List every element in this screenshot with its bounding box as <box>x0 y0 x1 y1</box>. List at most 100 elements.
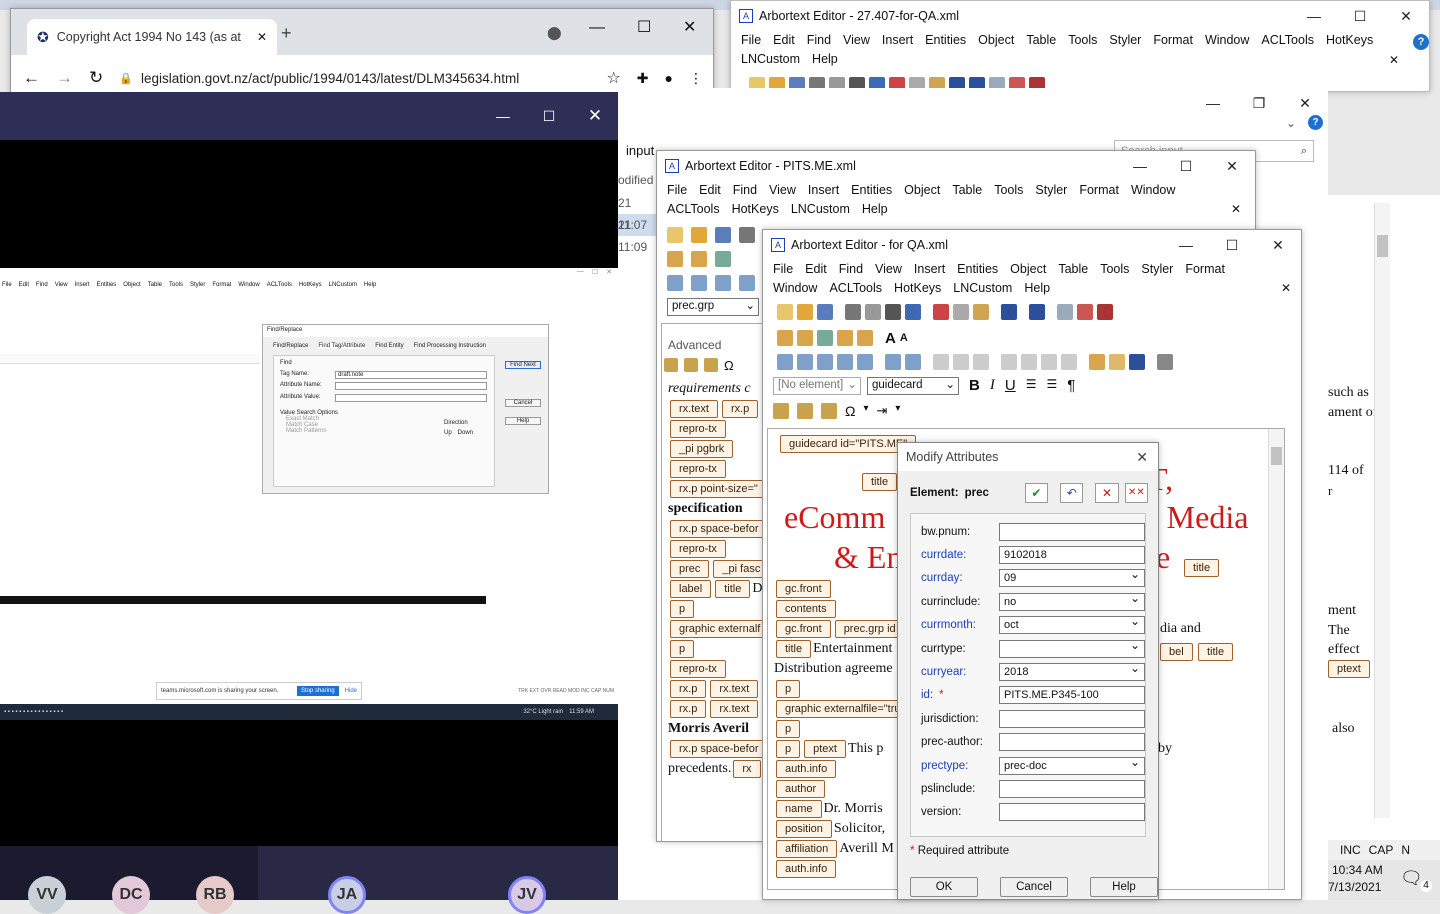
delete-icon[interactable]: ✕ <box>1095 483 1119 503</box>
styler-icon[interactable] <box>1109 354 1125 370</box>
markup-tag[interactable]: p <box>776 680 801 698</box>
hide-button[interactable]: Hide <box>345 688 357 694</box>
avatar[interactable]: DC <box>112 876 150 914</box>
markup-tag[interactable]: rx.p <box>721 400 759 418</box>
tag-icon[interactable] <box>667 251 683 267</box>
markup-tag[interactable]: graphic externalf <box>670 620 764 638</box>
scroll-thumb[interactable] <box>1377 235 1388 257</box>
graphic-icon[interactable] <box>1077 304 1093 320</box>
menu-item[interactable]: Help <box>856 200 894 219</box>
menu-item[interactable]: Styler <box>1135 260 1179 279</box>
delete-all-icon[interactable]: ✕✕ <box>1124 483 1148 503</box>
table-col-icon[interactable] <box>797 354 813 370</box>
menu-item[interactable]: Format <box>1147 31 1199 50</box>
spell-icon[interactable] <box>905 304 921 320</box>
numbered-list-icon[interactable]: ☰ <box>1026 377 1037 394</box>
menu-dots-icon[interactable]: ⋮ <box>689 70 703 87</box>
menu-item[interactable]: Window <box>767 279 823 298</box>
markup-tag[interactable]: rx.p <box>670 700 707 718</box>
menu-item[interactable]: Find <box>801 31 837 50</box>
tag-icon[interactable] <box>664 358 678 372</box>
back-icon[interactable]: ← <box>23 68 40 88</box>
bulleted-list-icon[interactable]: ☰ <box>1046 377 1057 394</box>
document-close-icon[interactable]: ✕ <box>1231 202 1241 216</box>
vertical-scrollbar[interactable] <box>1268 429 1284 889</box>
minimize-icon[interactable]: — <box>480 101 526 131</box>
menu-item[interactable]: File <box>735 31 767 50</box>
menu-item[interactable]: Entities <box>97 282 117 292</box>
close-icon[interactable]: ✕ <box>1255 230 1301 260</box>
menu-item[interactable]: Styler <box>1029 181 1073 200</box>
menu-item[interactable]: Help <box>364 282 376 292</box>
menu-item[interactable]: Object <box>1004 260 1052 279</box>
maximize-icon[interactable]: ☐ <box>1163 151 1209 181</box>
markup-tag[interactable]: name <box>776 800 822 818</box>
attribute-input[interactable]: PITS.ME.P345-100 <box>999 686 1145 705</box>
scroll-thumb[interactable] <box>1271 447 1282 465</box>
menu-item[interactable]: HotKeys <box>726 200 785 219</box>
attribute-select[interactable] <box>999 639 1145 658</box>
menu-item[interactable]: Window <box>1199 31 1255 50</box>
minimize-icon[interactable]: — <box>1117 151 1163 181</box>
attribute-select[interactable]: prec-doc <box>999 756 1145 775</box>
menu-item[interactable]: Object <box>123 282 140 292</box>
font-icon[interactable] <box>1129 354 1145 370</box>
tag-icon[interactable] <box>777 330 793 346</box>
undo-icon[interactable]: ↶ <box>1060 483 1084 503</box>
markup-tag[interactable]: ptext <box>804 740 846 758</box>
markup-tag[interactable]: contents <box>776 600 836 618</box>
new-icon[interactable] <box>777 304 793 320</box>
tag-icon[interactable] <box>837 330 853 346</box>
align-middle-icon[interactable] <box>953 354 969 370</box>
menu-item[interactable]: Table <box>148 282 162 292</box>
markup-tag[interactable]: label <box>670 580 712 598</box>
menu-item[interactable]: ACLTools <box>661 200 726 219</box>
check-icon[interactable] <box>817 330 833 346</box>
menu-item[interactable]: Entities <box>845 181 898 200</box>
menu-item[interactable]: Find <box>727 181 763 200</box>
markup-tag[interactable]: author <box>776 780 826 798</box>
bold-icon[interactable]: B <box>969 377 980 394</box>
maximize-icon[interactable]: ☐ <box>1209 230 1255 260</box>
menu-item[interactable]: HotKeys <box>1320 31 1379 50</box>
address-bar[interactable]: 🔒 legislation.govt.nz/act/public/1994/01… <box>119 71 590 86</box>
menu-item[interactable]: Tools <box>1062 31 1103 50</box>
markup-tag[interactable]: prec <box>670 560 710 578</box>
open-icon[interactable] <box>691 227 707 243</box>
attribute-input[interactable] <box>999 803 1145 822</box>
markup-tag[interactable]: affiliation <box>776 840 838 858</box>
close-icon[interactable]: ✕ <box>1383 1 1429 31</box>
menu-item[interactable]: ACLTools <box>823 279 888 298</box>
chevron-down-icon[interactable]: ▾ <box>863 403 868 419</box>
check-icon[interactable] <box>715 251 731 267</box>
redo-icon[interactable] <box>1029 304 1045 320</box>
avatar[interactable]: RB <box>196 876 234 914</box>
menu-item[interactable]: LNCustom <box>947 279 1018 298</box>
menu-item[interactable]: HotKeys <box>299 282 322 292</box>
markup-tag[interactable]: repro-tx <box>670 420 726 438</box>
label-tag[interactable]: bel <box>1160 643 1193 661</box>
markup-tag[interactable]: rx.text <box>670 400 718 418</box>
markup-tag[interactable]: p <box>776 740 801 758</box>
document-close-icon[interactable]: ✕ <box>1389 53 1399 67</box>
markup-tag[interactable]: gc.front <box>776 580 831 598</box>
font-larger-icon[interactable]: A <box>885 330 896 347</box>
pilcrow-icon[interactable]: ¶ <box>1067 377 1075 394</box>
title-tag[interactable]: title <box>1184 559 1220 577</box>
menu-item[interactable]: Tools <box>169 282 183 292</box>
markup-tag[interactable]: p <box>670 600 695 618</box>
help-button[interactable]: Help <box>1090 877 1158 897</box>
table-merge-icon[interactable] <box>837 354 853 370</box>
attribute-input[interactable]: 9102018 <box>999 546 1145 565</box>
markup-tag[interactable]: graphic externalfile="tru <box>776 700 910 718</box>
markup-tag[interactable]: rx <box>733 760 761 778</box>
menu-item[interactable]: Insert <box>876 31 919 50</box>
tag-edit-icon[interactable] <box>691 251 707 267</box>
document-close-icon[interactable]: ✕ <box>1281 281 1291 295</box>
menu-item[interactable]: File <box>661 181 693 200</box>
menu-item[interactable]: Insert <box>908 260 951 279</box>
menu-item[interactable]: Help <box>1018 279 1056 298</box>
minimize-icon[interactable]: — <box>1190 88 1236 118</box>
markup-tag[interactable]: rx.p space-befor <box>670 520 764 538</box>
avatar[interactable]: VV <box>28 876 66 914</box>
